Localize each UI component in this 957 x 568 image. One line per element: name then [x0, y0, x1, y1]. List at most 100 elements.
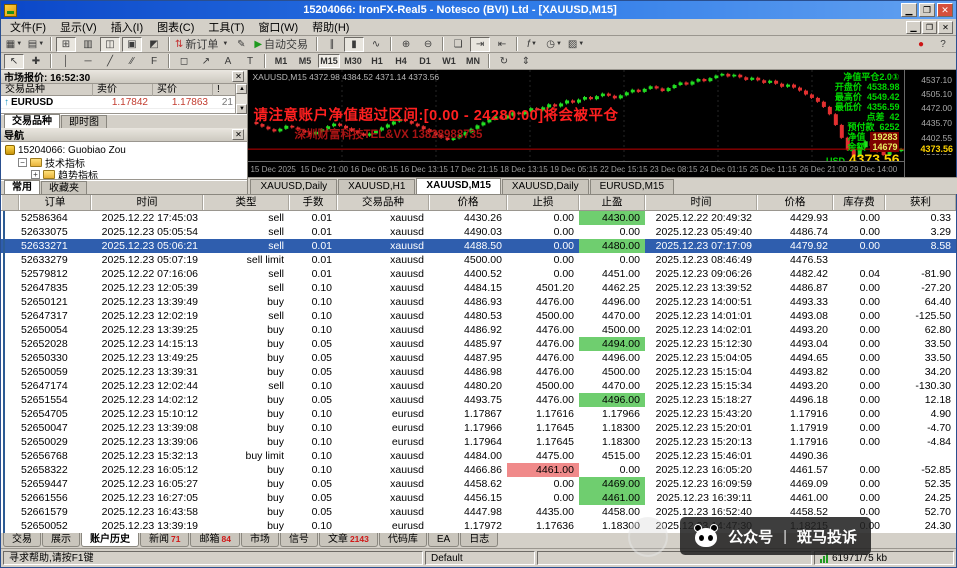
terminal-tab-7[interactable]: 文章 2143	[318, 533, 378, 547]
nav-tab-收藏夹[interactable]: 收藏夹	[41, 181, 87, 194]
minimize-button[interactable]: ▁	[901, 3, 917, 17]
child-close-button[interactable]: ✕	[938, 20, 953, 34]
child-minimize-button[interactable]: ▁	[906, 20, 921, 34]
channel-button[interactable]: ∕∕	[122, 54, 142, 69]
metaeditor-button[interactable]: ✎	[231, 37, 251, 52]
table-row[interactable]: 52650047 2025.12.23 13:39:08 buy 0.10 eurusd…	[1, 421, 956, 435]
mw-col-header-2[interactable]: 买价	[153, 84, 213, 96]
mw-col-header-1[interactable]: 卖价	[93, 84, 153, 96]
nav-tab-常用[interactable]: 常用	[4, 180, 40, 194]
history-col-6[interactable]: 价格	[429, 195, 507, 210]
shapes-button[interactable]: ◻	[174, 54, 194, 69]
refresh-button[interactable]: ↻	[494, 54, 514, 69]
tile-windows-button[interactable]: ❏	[448, 37, 468, 52]
history-col-11[interactable]: 库存费	[833, 195, 885, 210]
table-row[interactable]: 52647835 2025.12.23 12:05:39 sell 0.10 xauus…	[1, 281, 956, 295]
nav-item-1[interactable]: − 技术指标	[5, 156, 247, 170]
timeframe-m1[interactable]: M1	[270, 54, 292, 68]
zoom-out-button[interactable]: ⊖	[418, 37, 438, 52]
timeframe-m30[interactable]: M30	[342, 54, 364, 68]
table-row[interactable]: 52659447 2025.12.23 16:05:27 buy 0.05 xauusd…	[1, 477, 956, 491]
menu-item-1[interactable]: 显示(V)	[53, 18, 104, 36]
table-row[interactable]: 52586364 2025.12.22 17:45:03 sell 0.01 xauus…	[1, 211, 956, 225]
indicators-button[interactable]: f ▼	[522, 37, 542, 52]
chart-tab-0[interactable]: XAUUSD,Daily	[250, 179, 338, 194]
table-row[interactable]: 52661556 2025.12.23 16:27:05 buy 0.05 xauusd…	[1, 491, 956, 505]
mw-col-header-3[interactable]: !	[213, 84, 237, 96]
fibonacci-button[interactable]: F	[144, 54, 164, 69]
chart-tab-3[interactable]: XAUUSD,Daily	[501, 179, 589, 194]
table-row[interactable]: 52647174 2025.12.23 12:02:44 sell 0.10 xauus…	[1, 379, 956, 393]
chart-tab-2[interactable]: XAUUSD,M15	[416, 178, 501, 194]
new-chart-button[interactable]: ▦ ▼	[4, 37, 24, 52]
data-window-toggle[interactable]: ▥	[78, 37, 98, 52]
market-watch-row[interactable]: ↑ EURUSD 1.17842 1.17863 21	[1, 96, 237, 109]
market-watch-close-icon[interactable]: ✕	[232, 71, 245, 82]
history-col-0[interactable]	[1, 195, 19, 210]
history-col-9[interactable]: 时间	[645, 195, 757, 210]
market-watch-scrollbar[interactable]: ▲ ▼	[235, 84, 248, 114]
history-col-4[interactable]: 手数	[289, 195, 337, 210]
periods-dropdown[interactable]: ◷ ▼	[544, 37, 564, 52]
menu-item-3[interactable]: 图表(C)	[150, 18, 201, 36]
chart-tab-1[interactable]: XAUUSD,H1	[338, 179, 416, 194]
timeframe-m15[interactable]: M15	[318, 54, 340, 68]
mw-tab-交易品种[interactable]: 交易品种	[4, 114, 60, 128]
autotrade-button[interactable]: ▶ 自动交易	[253, 37, 312, 52]
table-row[interactable]: 52654705 2025.12.23 15:10:12 buy 0.10 eurusd…	[1, 407, 956, 421]
navigator-close-icon[interactable]: ✕	[232, 129, 245, 140]
table-row[interactable]: 52633075 2025.12.23 05:05:54 sell 0.01 xauus…	[1, 225, 956, 239]
autoscroll-button[interactable]: ⇥	[470, 36, 491, 52]
timeframe-w1[interactable]: W1	[438, 54, 460, 68]
timeframe-h1[interactable]: H1	[366, 54, 388, 68]
expand-icon[interactable]: +	[31, 169, 40, 179]
bar-chart-button[interactable]: ∥	[322, 37, 342, 52]
timeframe-d1[interactable]: D1	[414, 54, 436, 68]
table-row[interactable]: 52650054 2025.12.23 13:39:25 buy 0.10 xauusd…	[1, 323, 956, 337]
history-col-3[interactable]: 类型	[203, 195, 289, 210]
close-button[interactable]: ✕	[937, 3, 953, 17]
collapse-icon[interactable]: −	[18, 157, 27, 167]
zoom-in-button[interactable]: ⊕	[396, 37, 416, 52]
vertical-line-button[interactable]: │	[56, 54, 76, 69]
candle-chart-button[interactable]: ▮	[344, 36, 365, 52]
history-col-10[interactable]: 价格	[757, 195, 833, 210]
scroll-up-icon[interactable]: ▲	[236, 84, 248, 94]
line-chart-button[interactable]: ∿	[366, 37, 386, 52]
record-icon[interactable]: ●	[911, 37, 931, 52]
text-button[interactable]: A	[218, 54, 238, 69]
timeframe-h4[interactable]: H4	[390, 54, 412, 68]
terminal-tab-9[interactable]: EA	[427, 533, 460, 547]
terminal-tab-10[interactable]: 日志	[460, 533, 499, 547]
menu-item-2[interactable]: 插入(I)	[104, 18, 150, 36]
table-row[interactable]: 52656768 2025.12.23 15:32:13 buy limit 0.10…	[1, 449, 956, 463]
table-row[interactable]: 52651554 2025.12.23 14:02:12 buy 0.05 xauusd…	[1, 393, 956, 407]
table-row[interactable]: 52650121 2025.12.23 13:39:49 buy 0.10 xauusd…	[1, 295, 956, 309]
scroll-down-icon[interactable]: ▼	[236, 104, 248, 114]
menu-item-6[interactable]: 帮助(H)	[305, 18, 356, 36]
scale-button[interactable]: ⇕	[516, 54, 536, 69]
arrow-object-button[interactable]: ↗	[196, 54, 216, 69]
table-row[interactable]: 52650029 2025.12.23 13:39:06 buy 0.10 eurusd…	[1, 435, 956, 449]
table-row[interactable]: 52650059 2025.12.23 13:39:31 buy 0.05 xauusd…	[1, 365, 956, 379]
chart-plot[interactable]: XAUUSD,M15 4372.98 4384.52 4371.14 4373.…	[248, 70, 906, 161]
terminal-tab-8[interactable]: 代码库	[378, 533, 427, 547]
timeframe-m5[interactable]: M5	[294, 54, 316, 68]
terminal-tab-6[interactable]: 信号	[279, 533, 318, 547]
table-row[interactable]: 52633271 2025.12.23 05:06:21 sell 0.01 xauus…	[1, 239, 956, 253]
market-watch-toggle[interactable]: ⊞	[56, 36, 76, 52]
chart-shift-button[interactable]: ⇤	[492, 37, 512, 52]
new-order-button[interactable]: ⇅ 新订单 ▼	[174, 37, 229, 52]
mw-tab-即时图[interactable]: 即时图	[61, 115, 107, 128]
maximize-button[interactable]: ❐	[919, 3, 935, 17]
nav-item-2[interactable]: + 趋势指标	[5, 168, 247, 179]
mw-col-header-0[interactable]: 交易品种	[1, 84, 93, 96]
child-restore-button[interactable]: ❐	[922, 20, 937, 34]
table-row[interactable]: 52647317 2025.12.23 12:02:19 sell 0.10 xauus…	[1, 309, 956, 323]
crosshair-button[interactable]: ✚	[26, 54, 46, 69]
terminal-tab-4[interactable]: 邮箱 84	[190, 533, 240, 547]
history-col-2[interactable]: 时间	[91, 195, 203, 210]
menu-item-4[interactable]: 工具(T)	[201, 18, 251, 36]
timeframe-mn[interactable]: MN	[462, 54, 484, 68]
cursor-button[interactable]: ↖	[4, 53, 24, 69]
